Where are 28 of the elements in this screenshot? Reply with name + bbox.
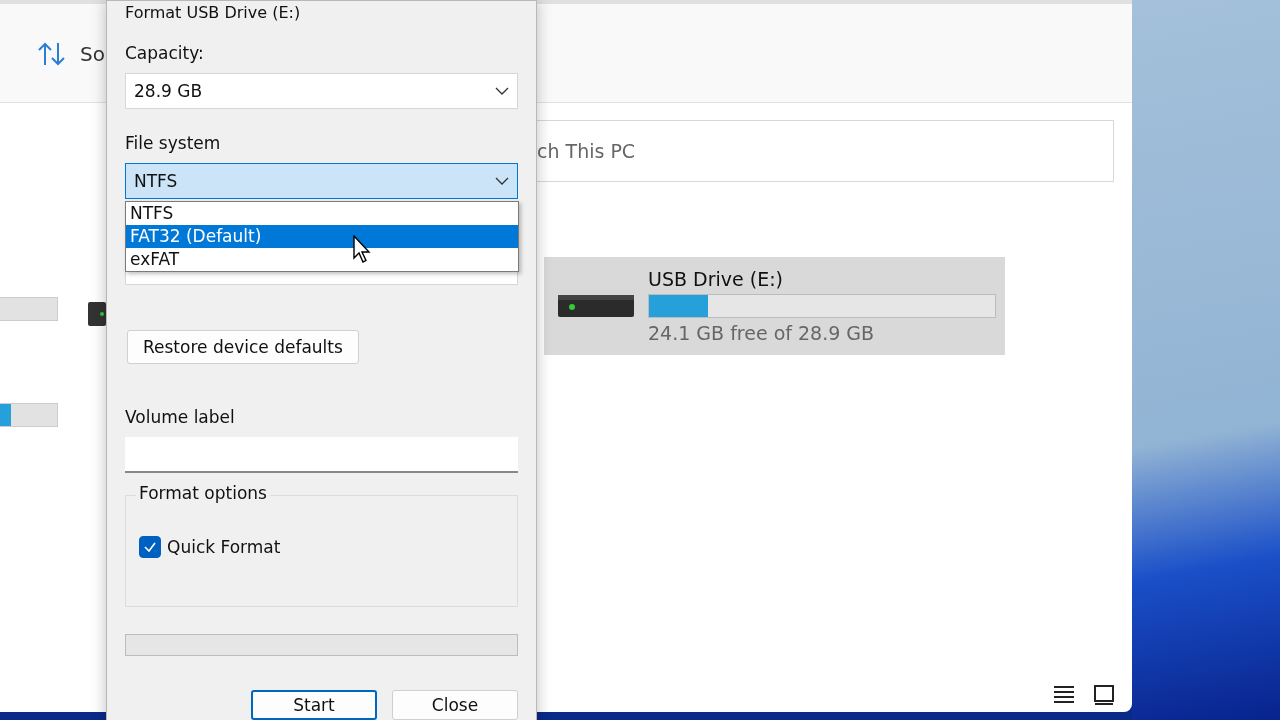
drive-icon <box>88 300 106 328</box>
field-label: File system <box>125 133 222 155</box>
chevron-down-icon <box>495 177 509 185</box>
field-label: Capacity: <box>125 43 205 65</box>
dialog-button[interactable]: Start <box>251 690 377 720</box>
dropdown-option[interactable]: FAT32 (Default) <box>126 225 518 248</box>
checkbox[interactable] <box>139 536 161 558</box>
field-label: Volume label <box>125 407 236 429</box>
details-view-icon[interactable] <box>1052 684 1076 706</box>
tiles-view-icon[interactable] <box>1092 684 1116 706</box>
group-legend: Format options <box>136 483 270 503</box>
dropdown-option[interactable]: exFAT <box>126 248 518 271</box>
mouse-cursor-icon <box>353 235 373 263</box>
capacity-dropdown[interactable]: 28.9 GB <box>125 73 518 109</box>
free-space-text: 24.1 GB free of 28.9 GB <box>648 322 876 344</box>
checkmark-icon <box>143 541 157 553</box>
dialog-button[interactable]: Close <box>392 690 518 720</box>
restore-defaults-button[interactable]: Restore device defaults <box>127 330 359 364</box>
dropdown-option[interactable]: NTFS <box>126 202 518 225</box>
sort-button[interactable]: So <box>36 40 105 68</box>
drive-tile[interactable]: USB Drive (E:) 24.1 GB free of 28.9 GB <box>544 257 1005 355</box>
drive-name: USB Drive (E:) <box>648 268 784 290</box>
file-system-dropdown[interactable]: NTFS <box>125 163 518 199</box>
chevron-down-icon <box>495 87 509 95</box>
checkbox-label: Quick Format <box>167 537 281 557</box>
dialog-title: Format USB Drive (E:) <box>125 3 301 22</box>
volume-label-field[interactable] <box>125 437 518 473</box>
sort-arrows-icon <box>36 40 68 68</box>
